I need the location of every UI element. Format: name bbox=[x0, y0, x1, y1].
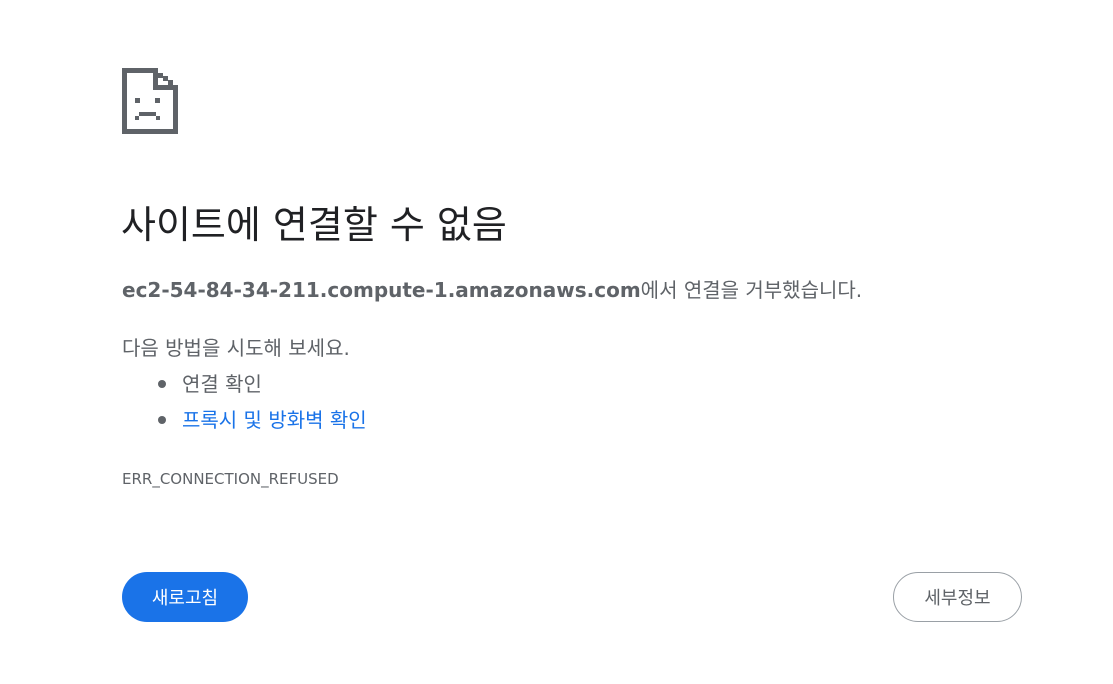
host-name: ec2-54-84-34-211.compute-1.amazonaws.com bbox=[122, 278, 641, 302]
suggestions-heading: 다음 방법을 시도해 보세요. bbox=[122, 336, 350, 360]
sad-document-icon bbox=[122, 68, 178, 134]
bullet-icon bbox=[158, 416, 166, 424]
suggestions-list: 연결 확인 프록시 및 방화벽 확인 bbox=[122, 366, 367, 438]
suggestion-check-connection: 연결 확인 bbox=[122, 366, 367, 402]
error-code: ERR_CONNECTION_REFUSED bbox=[122, 470, 339, 488]
page-title: 사이트에 연결할 수 없음 bbox=[121, 203, 507, 247]
bullet-icon bbox=[158, 380, 166, 388]
check-proxy-firewall-link[interactable]: 프록시 및 방화벽 확인 bbox=[182, 408, 367, 432]
details-button[interactable]: 세부정보 bbox=[893, 572, 1022, 622]
reload-button[interactable]: 새로고침 bbox=[122, 572, 248, 622]
error-page: 사이트에 연결할 수 없음 ec2-54-84-34-211.compute-1… bbox=[0, 0, 1113, 684]
suggestion-check-proxy-firewall: 프록시 및 방화벽 확인 bbox=[122, 402, 367, 438]
error-summary: ec2-54-84-34-211.compute-1.amazonaws.com… bbox=[122, 275, 862, 305]
error-message: 에서 연결을 거부했습니다. bbox=[640, 278, 863, 302]
suggestion-label: 연결 확인 bbox=[182, 372, 262, 396]
